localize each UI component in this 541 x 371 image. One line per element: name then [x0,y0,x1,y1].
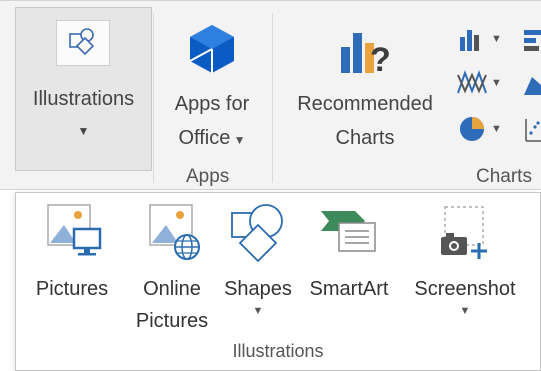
chevron-down-icon: ▼ [77,124,90,138]
shapes-icon [231,204,283,263]
pictures-icon [47,204,102,256]
recommended-charts-label-line2: Charts [335,127,395,149]
group-label-apps: Apps [186,166,230,187]
apps-for-office-icon [184,21,240,77]
group-separator [272,13,273,183]
apps-for-office-label-line2: Office ▼ [178,127,246,149]
online-pictures-label-line1: Online [143,278,201,300]
recommended-charts-icon: ? [335,23,395,79]
illustrations-dropdown: Pictures Online Pictures Shapes ▼ SmartA… [15,192,541,371]
illustrations-label: Illustrations [32,88,135,110]
smartart-button[interactable]: SmartArt [300,201,398,321]
chevron-down-icon: ▼ [491,77,502,89]
area-chart-button[interactable] [522,69,541,102]
pie-chart-icon [460,117,484,141]
pie-chart-button[interactable] [458,115,488,148]
illustrations-icon [56,20,110,66]
area-chart-icon [524,77,541,95]
chevron-down-icon: ▼ [230,133,246,147]
chevron-down-icon: ▼ [459,305,471,317]
screenshot-label: Screenshot [414,278,516,300]
chevron-down-icon: ▼ [491,33,502,45]
svg-text:?: ? [370,41,391,79]
smartart-icon [321,211,376,252]
hierarchy-chart-button[interactable] [522,27,541,58]
recommended-charts-button[interactable]: ? Recommended Charts [280,13,450,153]
group-separator [153,13,154,183]
pictures-button[interactable]: Pictures [24,201,120,321]
line-chart-icon [457,70,487,94]
online-pictures-button[interactable]: Online Pictures [124,201,220,341]
shapes-label: Shapes [224,278,292,300]
apps-for-office-label-line1: Apps for [174,93,250,115]
group-label-charts: Charts [476,166,532,187]
smartart-label: SmartArt [309,278,389,300]
bar-chart-icon [524,30,541,51]
shapes-button[interactable]: Shapes ▼ [218,201,298,331]
scatter-chart-icon [525,119,541,142]
recommended-charts-label-line1: Recommended [297,93,433,115]
chevron-down-icon: ▼ [252,305,264,317]
column-chart-button[interactable] [458,27,488,58]
scatter-chart-button[interactable] [524,117,541,148]
pictures-label: Pictures [35,278,109,300]
chevron-down-icon: ▼ [491,123,502,135]
ribbon-insert-tab: Illustrations ▼ Apps for Office ▼ Apps ?… [0,0,541,190]
online-pictures-label-line2: Pictures [135,310,209,332]
column-chart-icon [460,30,479,51]
screenshot-button[interactable]: Screenshot ▼ [402,201,528,331]
group-label-illustrations: Illustrations [232,341,324,361]
illustrations-button[interactable]: Illustrations ▼ [15,7,152,171]
apps-for-office-button[interactable]: Apps for Office ▼ [160,13,264,153]
online-pictures-icon [149,204,200,260]
screenshot-icon [441,206,487,259]
line-chart-button[interactable] [456,67,488,102]
